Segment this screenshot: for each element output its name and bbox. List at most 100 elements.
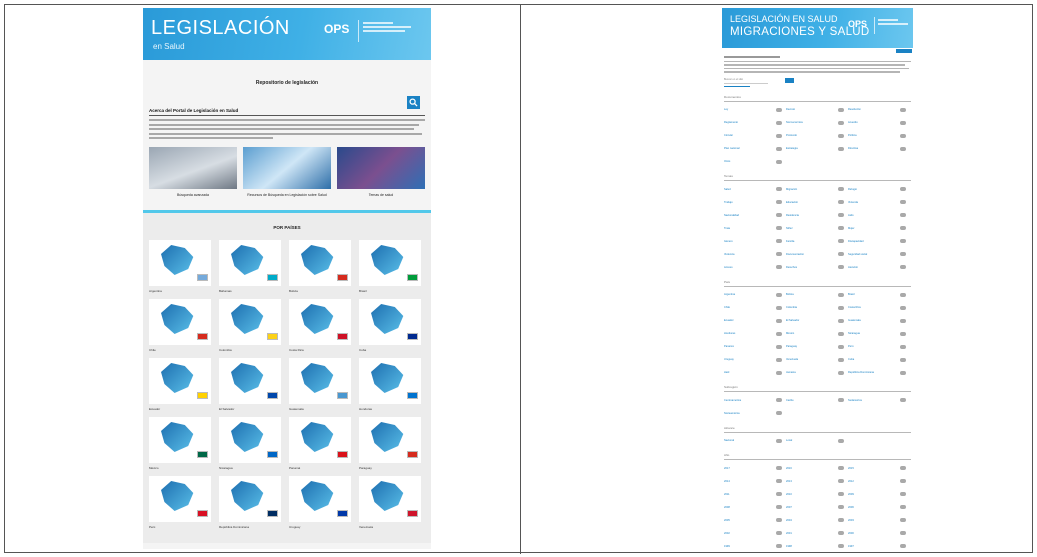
facet-item[interactable]: Chile	[724, 304, 786, 313]
facet-item[interactable]: Paraguay	[786, 343, 848, 352]
country-tile[interactable]: Venezuela	[359, 476, 421, 529]
card-search-resources[interactable]: Recursos de Búsqueda en Legislación sobr…	[243, 147, 331, 198]
facet-item[interactable]: 2002	[724, 529, 786, 538]
facet-item[interactable]: Venezuela	[786, 356, 848, 365]
facet-item-label[interactable]: Nacionalidad	[724, 214, 768, 217]
card-caption[interactable]: Temas de salud	[337, 193, 425, 198]
breadcrumb[interactable]	[724, 56, 911, 58]
facet-item-label[interactable]: 2012	[848, 480, 892, 483]
facet-item[interactable]: Jamaica	[786, 369, 848, 378]
facet-item[interactable]: Honduras	[724, 330, 786, 339]
facet-item-label[interactable]: Derechos	[786, 266, 830, 269]
country-tile[interactable]: República Dominicana	[219, 476, 281, 529]
facet-item[interactable]: 2015	[848, 464, 910, 473]
facet-item-label[interactable]: Discapacidad	[848, 240, 892, 243]
facet-item[interactable]: Otros	[724, 158, 786, 167]
facet-item-label[interactable]: Cuba	[848, 358, 892, 361]
facet-item[interactable]: Protocolo	[786, 132, 848, 141]
facet-item-label[interactable]: Refugio	[848, 188, 892, 191]
facet-item-label[interactable]: Trata	[724, 227, 768, 230]
country-label[interactable]: Panamá	[289, 466, 300, 470]
country-label[interactable]: Cuba	[359, 348, 366, 352]
facet-item-label[interactable]: 1997	[848, 545, 892, 548]
facet-item[interactable]: Documentación	[786, 250, 848, 259]
country-tile[interactable]: Brasil	[359, 240, 421, 293]
facet-item-label[interactable]: Directiva	[848, 147, 892, 150]
facet-item[interactable]: Bolivia	[786, 291, 848, 300]
facet-item[interactable]: Salud	[724, 185, 786, 194]
facet-item-label[interactable]: 2015	[848, 467, 892, 470]
facet-item[interactable]: 2011	[724, 490, 786, 499]
facet-item-label[interactable]: Niñez	[786, 227, 830, 230]
facet-item[interactable]: 2016	[786, 464, 848, 473]
facet-item-label[interactable]: Venezuela	[786, 358, 830, 361]
facet-item-label[interactable]: Local	[786, 439, 830, 442]
country-tile[interactable]: Paraguay	[359, 417, 421, 470]
facet-item-label[interactable]: Acceso	[724, 266, 768, 269]
facet-item-label[interactable]: 1998	[786, 545, 830, 548]
facet-item-label[interactable]: Estrategia	[786, 147, 830, 150]
menu-button[interactable]	[896, 49, 912, 53]
country-label[interactable]: República Dominicana	[219, 525, 249, 529]
country-label[interactable]: Guatemala	[289, 407, 304, 411]
facet-item[interactable]: El Salvador	[786, 317, 848, 326]
facet-item[interactable]: Directiva	[848, 145, 910, 154]
facet-item-label[interactable]: Nacional	[724, 439, 768, 442]
facet-item[interactable]: Migración	[786, 185, 848, 194]
facet-item[interactable]: 2013	[786, 477, 848, 486]
facet-item[interactable]: Norteamérica	[724, 409, 786, 418]
facet-item[interactable]: Seguridad social	[848, 250, 910, 259]
facet-item-label[interactable]: Mujer	[848, 227, 892, 230]
country-label[interactable]: Paraguay	[359, 466, 372, 470]
facet-item[interactable]: Circular	[724, 132, 786, 141]
ops-logo[interactable]: OPS	[848, 19, 867, 29]
facet-item[interactable]: Plan nacional	[724, 145, 786, 154]
facet-item-label[interactable]: Plan nacional	[724, 147, 768, 150]
facet-item[interactable]: Acceso	[724, 263, 786, 272]
card-advanced-search[interactable]: Búsqueda avanzada	[149, 147, 237, 198]
facet-item-label[interactable]: Migración	[786, 188, 830, 191]
facet-item-label[interactable]: Ecuador	[724, 319, 768, 322]
facet-item-label[interactable]: Nicaragua	[848, 332, 892, 335]
facet-item[interactable]: 2008	[724, 503, 786, 512]
facet-item[interactable]: Panamá	[724, 343, 786, 352]
left-site-title[interactable]: LEGISLACIÓN	[151, 17, 290, 40]
facet-item[interactable]: 2007	[786, 503, 848, 512]
facet-item-label[interactable]: 2000	[848, 532, 892, 535]
country-label[interactable]: Chile	[149, 348, 156, 352]
facet-item[interactable]: Niñez	[786, 224, 848, 233]
facet-item[interactable]: Educación	[786, 198, 848, 207]
facet-item-label[interactable]: 2003	[848, 519, 892, 522]
facet-item[interactable]: 2012	[848, 477, 910, 486]
facet-item[interactable]: Violencia	[724, 250, 786, 259]
search-button[interactable]	[785, 78, 794, 83]
facet-item[interactable]: Política	[848, 132, 910, 141]
facet-item-label[interactable]: Acuerdo	[848, 121, 892, 124]
facet-item-label[interactable]: 2011	[724, 493, 768, 496]
advanced-search-link[interactable]	[724, 85, 911, 87]
facet-item[interactable]: Trata	[724, 224, 786, 233]
search-button[interactable]	[407, 96, 420, 109]
facet-item[interactable]: Atención	[848, 263, 910, 272]
right-site-title-line1[interactable]: LEGISLACIÓN EN SALUD	[730, 14, 838, 24]
facet-item-label[interactable]: 2007	[786, 506, 830, 509]
facet-item-label[interactable]: Honduras	[724, 332, 768, 335]
facet-item-label[interactable]: 2001	[786, 532, 830, 535]
facet-item[interactable]: Reglamento	[724, 119, 786, 128]
facet-item[interactable]: Trabajo	[724, 198, 786, 207]
facet-item-label[interactable]: Norma técnica	[786, 121, 830, 124]
card-health-topics[interactable]: Temas de salud	[337, 147, 425, 198]
facet-item-label[interactable]: Salud	[724, 188, 768, 191]
country-tile[interactable]: Panamá	[289, 417, 351, 470]
country-tile[interactable]: Argentina	[149, 240, 211, 293]
facet-item-label[interactable]: Uruguay	[724, 358, 768, 361]
facet-item[interactable]: Centroamérica	[724, 396, 786, 405]
facet-item[interactable]: Sudamérica	[848, 396, 910, 405]
facet-item-label[interactable]: Género	[724, 240, 768, 243]
facet-item[interactable]: Cuba	[848, 356, 910, 365]
country-tile[interactable]: Bahamas	[219, 240, 281, 293]
facet-item-label[interactable]: Protocolo	[786, 134, 830, 137]
facet-item[interactable]: Local	[786, 437, 848, 446]
facet-item-label[interactable]: 2009	[848, 493, 892, 496]
country-label[interactable]: Honduras	[359, 407, 372, 411]
